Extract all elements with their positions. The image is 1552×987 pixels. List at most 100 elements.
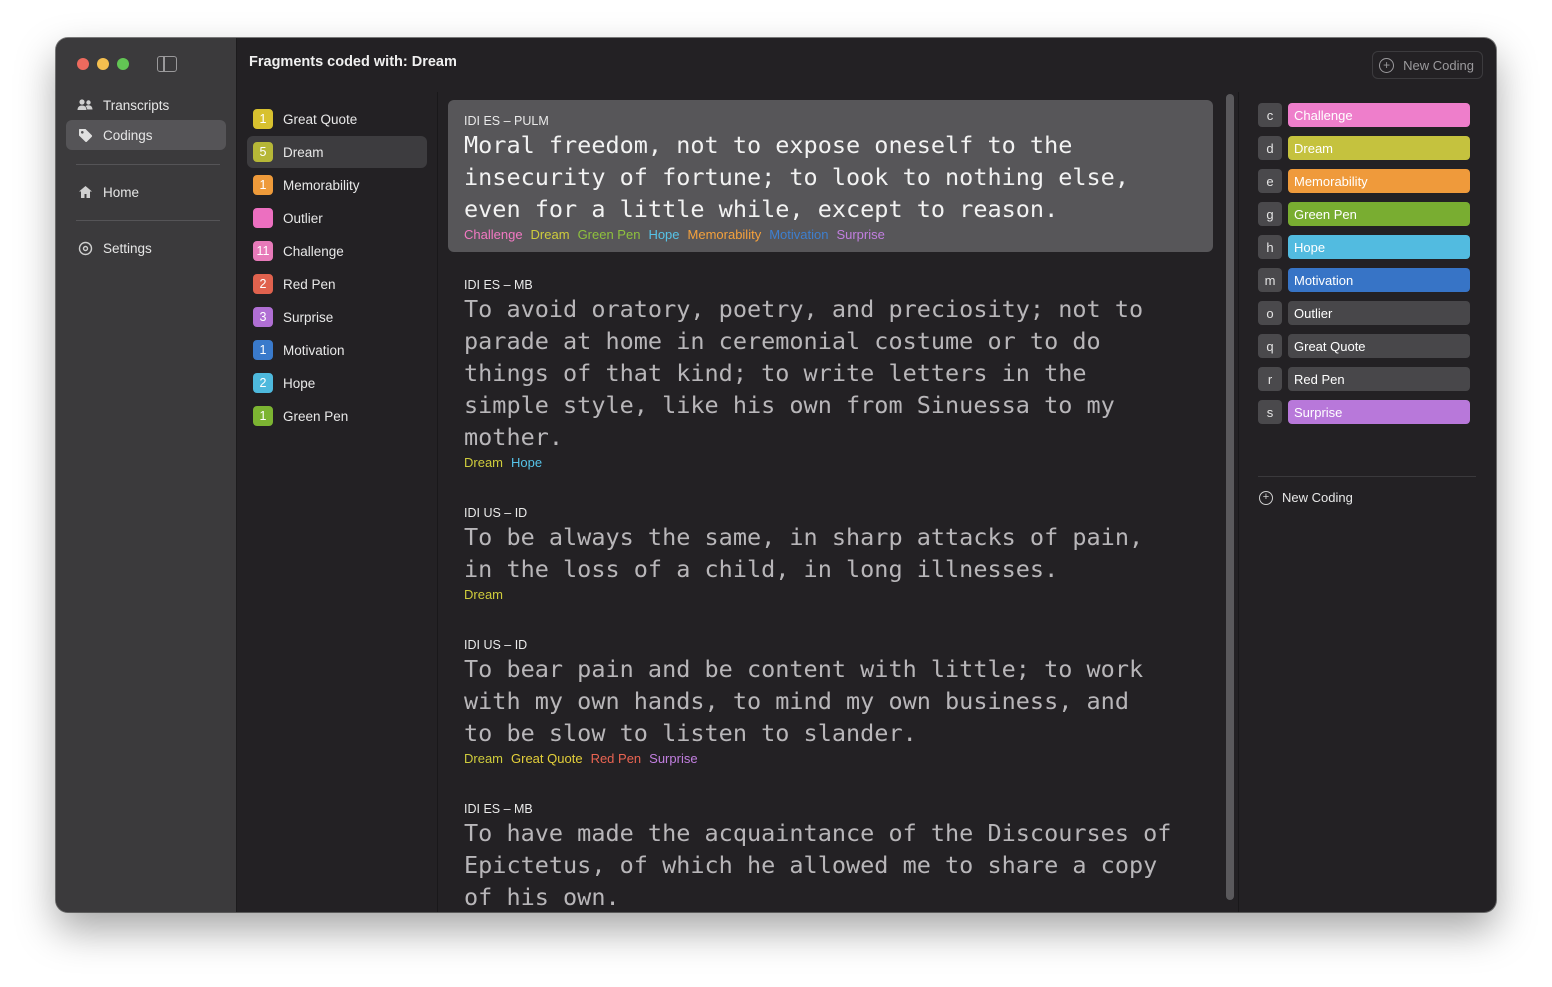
code-count-badge: 1 [253,406,273,426]
shortcut-coding-label: Hope [1288,235,1470,259]
code-item[interactable]: 2 Hope [247,367,427,399]
shortcut-row[interactable]: e Memorability [1258,169,1470,193]
shortcut-coding-label: Motivation [1288,268,1470,292]
shortcut-coding-label: Memorability [1288,169,1470,193]
shortcut-coding-label: Dream [1288,136,1470,160]
fragment-tag[interactable]: Green Pen [578,227,641,242]
fragment-card[interactable]: IDI US – ID To bear pain and be content w… [448,624,1213,776]
code-item[interactable]: 5 Dream [247,136,427,168]
shortcut-row[interactable]: d Dream [1258,136,1470,160]
code-item[interactable]: 1 Memorability [247,169,427,201]
fragment-source: IDI ES – PULM [464,114,549,128]
shortcut-key: r [1258,367,1282,391]
code-count-badge: 1 [253,340,273,360]
window-controls [77,58,129,70]
zoom-button[interactable] [117,58,129,70]
code-item[interactable]: 1 Great Quote [247,103,427,135]
close-button[interactable] [77,58,89,70]
shortcut-row[interactable]: g Green Pen [1258,202,1470,226]
page-title: Fragments coded with: Dream [249,54,457,70]
panel-divider [1258,476,1476,477]
sidebar-item-codings[interactable]: Codings [66,120,226,150]
fragment-tag[interactable]: Red Pen [591,751,642,766]
fragment-text: To be always the same, in sharp attacks … [464,523,1144,583]
fragment-tag[interactable]: Dream [464,751,503,766]
code-label: Outlier [283,210,323,226]
codes-list: 1 Great Quote 5 Dream 1 Memorability Outlier 11… [237,92,437,912]
sidebar-divider [76,164,220,165]
shortcut-coding-label: Red Pen [1288,367,1470,391]
fragments-list: IDI ES – PULM Moral freedom, not to expos… [438,92,1238,912]
code-count-badge: 5 [253,142,273,162]
fragment-text: To have made the acquaintance of the Dis… [464,819,1172,911]
fragment-tags: Dream Great Quote Red Pen Surprise [464,750,1197,768]
fragment-tags: Dream Hope [464,454,1197,472]
fragment-tag[interactable]: Challenge [464,227,523,242]
plus-circle-icon: + [1259,490,1273,505]
fragment-tag[interactable]: Dream [531,227,570,242]
code-count-badge: 1 [253,109,273,129]
new-coding-link[interactable]: + New Coding [1259,490,1353,505]
code-label: Hope [283,375,316,391]
code-item[interactable]: Outlier [247,202,427,234]
fragment-card[interactable]: IDI ES – MB To avoid oratory, poetry, and… [448,264,1213,480]
shortcut-row[interactable]: h Hope [1258,235,1470,259]
fragment-card[interactable]: IDI US – ID To be always the same, in sha… [448,492,1213,612]
sidebar: Transcripts Codings Home Settings [56,38,237,912]
fragment-card[interactable]: IDI ES – MB To have made the acquaintance… [448,788,1213,912]
shortcut-key: d [1258,136,1282,160]
sidebar-item-label: Codings [103,127,153,143]
sidebar-item-home[interactable]: Home [66,177,226,207]
fragment-text: To bear pain and be content with little;… [464,655,1144,747]
sidebar-divider [76,220,220,221]
fragment-tag[interactable]: Memorability [688,227,762,242]
fragment-tag[interactable]: Surprise [649,751,697,766]
shortcut-row[interactable]: m Motivation [1258,268,1470,292]
minimize-button[interactable] [97,58,109,70]
sidebar-item-transcripts[interactable]: Transcripts [66,90,226,120]
fragment-text: Moral freedom, not to expose oneself to … [464,131,1129,223]
fragment-tags: Dream [464,586,1197,604]
shortcut-row[interactable]: c Challenge [1258,103,1470,127]
code-label: Great Quote [283,111,358,127]
new-coding-label: New Coding [1403,57,1474,73]
shortcut-key: s [1258,400,1282,424]
fragment-card[interactable]: IDI ES – PULM Moral freedom, not to expos… [448,100,1213,252]
fragment-tag[interactable]: Motivation [769,227,828,242]
fragment-tag[interactable]: Hope [511,455,542,470]
shortcut-key: o [1258,301,1282,325]
code-count-badge: 2 [253,274,273,294]
fragment-tag[interactable]: Surprise [836,227,884,242]
sidebar-item-label: Settings [103,240,152,256]
shortcut-key: g [1258,202,1282,226]
shortcut-key: c [1258,103,1282,127]
code-item[interactable]: 11 Challenge [247,235,427,267]
code-item[interactable]: 1 Green Pen [247,400,427,432]
fragment-tag[interactable]: Hope [648,227,679,242]
sidebar-toggle-icon[interactable] [157,56,177,72]
shortcut-row[interactable]: s Surprise [1258,400,1470,424]
code-label: Dream [283,144,324,160]
code-item[interactable]: 2 Red Pen [247,268,427,300]
shortcut-row[interactable]: q Great Quote [1258,334,1470,358]
shortcut-row[interactable]: r Red Pen [1258,367,1470,391]
code-item[interactable]: 1 Motivation [247,334,427,366]
code-item[interactable]: 3 Surprise [247,301,427,333]
new-coding-label: New Coding [1282,490,1353,505]
code-label: Red Pen [283,276,336,292]
new-coding-button[interactable]: + New Coding [1372,51,1483,79]
fragment-source: IDI ES – MB [464,278,533,292]
fragments-scrollbar[interactable] [1226,94,1234,900]
code-count-badge: 11 [253,241,273,261]
fragment-tag[interactable]: Great Quote [511,751,583,766]
coding-shortcuts-panel: + New Coding c Challenge d Dream e Memorabili… [1239,92,1496,912]
sidebar-item-label: Home [103,184,140,200]
code-count-badge [253,208,273,228]
fragment-tag[interactable]: Dream [464,587,503,602]
code-count-badge: 2 [253,373,273,393]
shortcut-key: m [1258,268,1282,292]
sidebar-item-settings[interactable]: Settings [66,233,226,263]
shortcut-row[interactable]: o Outlier [1258,301,1470,325]
fragment-tag[interactable]: Dream [464,455,503,470]
shortcut-coding-label: Green Pen [1288,202,1470,226]
